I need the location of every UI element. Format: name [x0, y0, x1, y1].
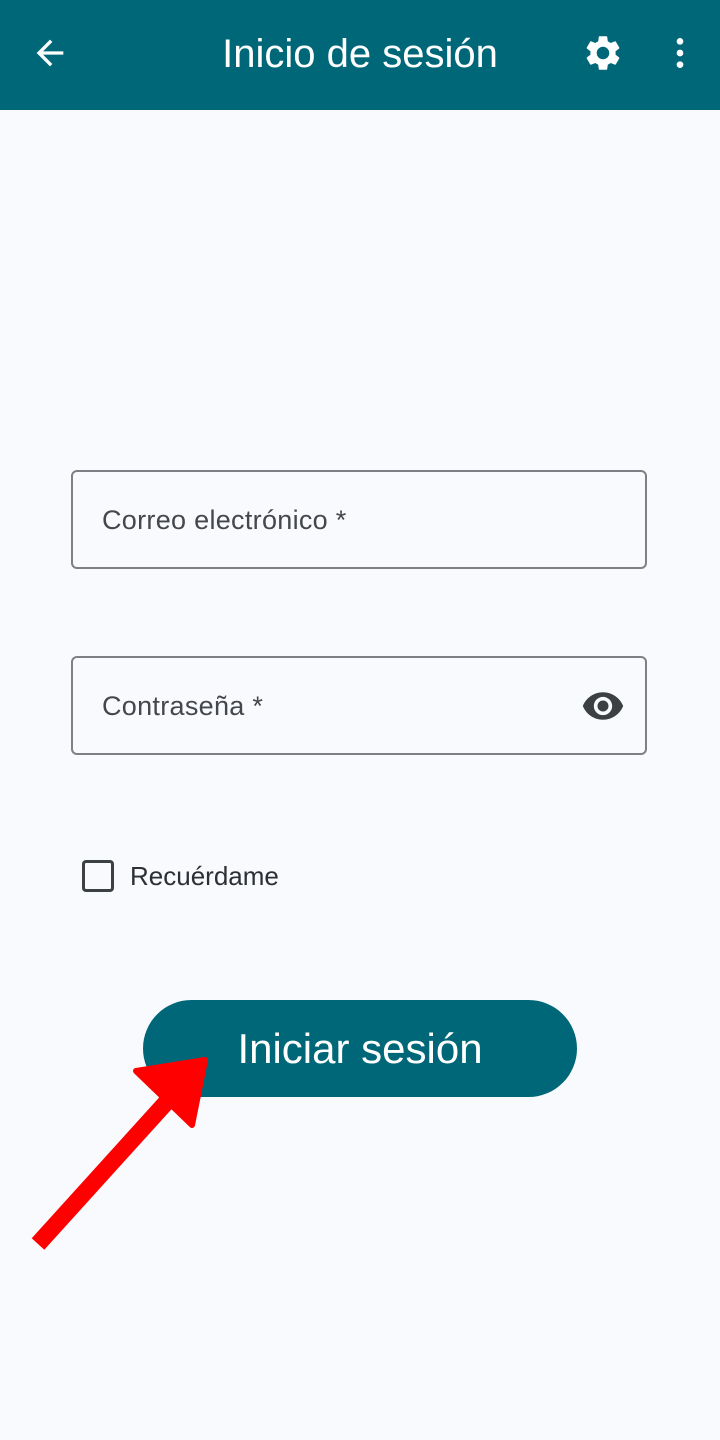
remember-me-row[interactable]: Recuérdame [82, 856, 279, 896]
remember-me-checkbox[interactable] [82, 860, 114, 892]
more-vert-icon [676, 38, 684, 68]
password-field-label: Contraseña * [102, 691, 264, 721]
more-options-button[interactable] [648, 21, 712, 85]
password-field[interactable]: Contraseña * [71, 656, 647, 755]
remember-me-label[interactable]: Recuérdame [130, 861, 279, 892]
toggle-password-visibility-button[interactable] [579, 682, 627, 730]
gear-icon [586, 36, 620, 70]
email-field[interactable]: Correo electrónico * [71, 470, 647, 569]
settings-button[interactable] [571, 21, 635, 85]
app-bar: Inicio de sesión [0, 0, 720, 110]
eye-icon [582, 692, 624, 720]
login-button[interactable]: Iniciar sesión [143, 1000, 577, 1097]
email-field-label: Correo electrónico * [102, 505, 347, 535]
